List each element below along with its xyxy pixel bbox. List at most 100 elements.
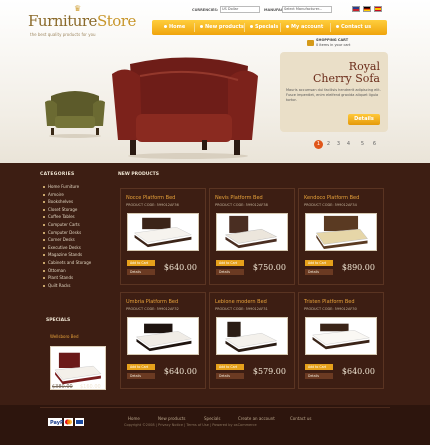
details-button[interactable]: Details [216, 269, 244, 275]
product-card: Tristen Platform Bed PRODUCT CODE: 59901… [298, 292, 384, 389]
page-1[interactable]: 1 [314, 140, 323, 149]
product-price: $640.00 [163, 263, 197, 272]
category-item[interactable]: Executive Desks [40, 244, 108, 252]
promo-text: Mauris accumsan dui facilisis hendrerit … [286, 88, 381, 102]
category-item[interactable]: Bookshelves [40, 198, 108, 206]
add-to-cart-button[interactable]: Add to Cart [216, 364, 244, 370]
product-name[interactable]: Lebione modern Bed [215, 299, 267, 305]
product-name[interactable]: Nevis Platform Bed [215, 195, 263, 201]
footer-link-new-products[interactable]: New products [158, 416, 185, 421]
details-button[interactable]: Details [305, 373, 333, 379]
flag-en-icon[interactable] [352, 6, 360, 12]
small-armchair-image [45, 91, 105, 138]
product-price: $640.00 [163, 367, 197, 376]
page-3[interactable]: 3 [334, 140, 343, 149]
add-to-cart-button[interactable]: Add to Cart [127, 364, 155, 370]
category-item[interactable]: Ottoman [40, 267, 108, 275]
nav-divider [330, 23, 331, 32]
product-image[interactable] [127, 213, 199, 251]
add-to-cart-button[interactable]: Add to Cart [305, 364, 333, 370]
add-to-cart-button[interactable]: Add to Cart [216, 260, 244, 266]
category-item[interactable]: Corner Desks [40, 236, 108, 244]
product-name[interactable]: Kendoco Platform Bed [304, 195, 359, 201]
promo-details-button[interactable]: Details [348, 114, 380, 125]
add-to-cart-button[interactable]: Add to Cart [127, 260, 155, 266]
category-item[interactable]: Closet Storage [40, 206, 108, 214]
product-code: PRODUCT CODE: 599012AF36 [126, 203, 179, 207]
footer-link-contact-us[interactable]: Contact us [290, 416, 311, 421]
category-item[interactable]: Cabinets and Storage [40, 259, 108, 267]
shopping-cart[interactable]: SHOPPING CART 0 items in your cart [316, 38, 350, 48]
product-price: $750.00 [252, 263, 286, 272]
product-name[interactable]: Tristen Platform Bed [304, 299, 355, 305]
footer-link-home[interactable]: Home [128, 416, 140, 421]
product-image[interactable] [305, 213, 377, 251]
manufacturer-select[interactable]: Select Manufacturer... [282, 6, 332, 13]
product-card: Lebione modern Bed PRODUCT CODE: 599012A… [209, 292, 295, 389]
product-card: Nevis Platform Bed PRODUCT CODE: 599012A… [209, 188, 295, 285]
nav-specials[interactable]: Specials [250, 24, 278, 30]
category-item[interactable]: Home Furniture [40, 183, 108, 191]
page-6[interactable]: 6 [370, 140, 379, 149]
cart-count: 0 items in your cart [316, 43, 351, 47]
sidebar: CATEGORIES Home Furniture Armoire Booksh… [40, 172, 108, 289]
bed-image [224, 215, 278, 249]
bed-image [224, 321, 278, 353]
product-image[interactable] [216, 213, 288, 251]
currency-select[interactable]: US Dollar [220, 6, 260, 13]
product-image[interactable] [305, 317, 377, 355]
product-name[interactable]: Umbria Platform Bed [126, 299, 178, 305]
category-item[interactable]: Computer Desks [40, 229, 108, 237]
shopping-cart-icon[interactable] [307, 40, 314, 46]
specials-title: SPECIALS [46, 318, 71, 323]
product-card: Umbria Platform Bed PRODUCT CODE: 599012… [120, 292, 206, 389]
category-item[interactable]: Quilt Racks [40, 282, 108, 290]
nav-contact-us[interactable]: Contact us [336, 24, 371, 30]
new-products-title: NEW PRODUCTS [118, 172, 159, 177]
nav-my-account[interactable]: My account [286, 24, 323, 30]
bed-image [135, 323, 193, 352]
page-2[interactable]: 2 [324, 140, 333, 149]
details-button[interactable]: Details [216, 373, 244, 379]
details-button[interactable]: Details [127, 373, 155, 379]
product-image[interactable] [216, 317, 288, 355]
nav-my-account-label: My account [291, 24, 324, 30]
categories-title: CATEGORIES [40, 172, 75, 177]
footer-link-create-account[interactable]: Create an account [238, 416, 275, 421]
category-item[interactable]: Computer Carts [40, 221, 108, 229]
flag-de-icon[interactable] [363, 6, 371, 12]
bed-image [54, 352, 102, 385]
product-code: PRODUCT CODE: 599012AF34 [304, 203, 357, 207]
page-5[interactable]: 5 [358, 140, 367, 149]
bullet-icon [200, 25, 203, 28]
product-card: Kendoco Platform Bed PRODUCT CODE: 59901… [298, 188, 384, 285]
category-item[interactable]: Magazine Stands [40, 251, 108, 259]
nav-specials-label: Specials [255, 24, 279, 30]
logo-main: Furniture [28, 12, 97, 30]
category-item[interactable]: Armoire [40, 191, 108, 199]
nav-home-label: Home [169, 24, 186, 30]
footer-divider [40, 407, 390, 408]
details-button[interactable]: Details [127, 269, 155, 275]
product-code: PRODUCT CODE: 599012AF38 [215, 203, 268, 207]
nav-new-products[interactable]: New products [200, 24, 244, 30]
currencies-label: CURRENCIES: [192, 8, 219, 12]
product-image[interactable] [127, 317, 199, 355]
product-name[interactable]: Nocce Platform Bed [126, 195, 175, 201]
nav-divider [194, 23, 195, 32]
add-to-cart-button[interactable]: Add to Cart [305, 260, 333, 266]
logo[interactable]: FurnitureStore [28, 12, 136, 30]
page-4[interactable]: 4 [344, 140, 353, 149]
flag-es-icon[interactable] [374, 6, 382, 12]
category-item[interactable]: Coffee Tables [40, 213, 108, 221]
details-button[interactable]: Details [305, 269, 333, 275]
footer-link-specials[interactable]: Specials [204, 416, 221, 421]
nav-home[interactable]: Home [164, 24, 185, 30]
special-product-name[interactable]: Wellsboro Bed [50, 334, 79, 339]
leather-armchair-image [112, 57, 258, 159]
nav-divider [244, 23, 245, 32]
bullet-icon [164, 25, 167, 28]
promo-banner: Royal Cherry Sofa Mauris accumsan dui fa… [280, 52, 388, 132]
promo-title-line2: Cherry Sofa [312, 72, 380, 85]
category-item[interactable]: Plant Stands [40, 274, 108, 282]
